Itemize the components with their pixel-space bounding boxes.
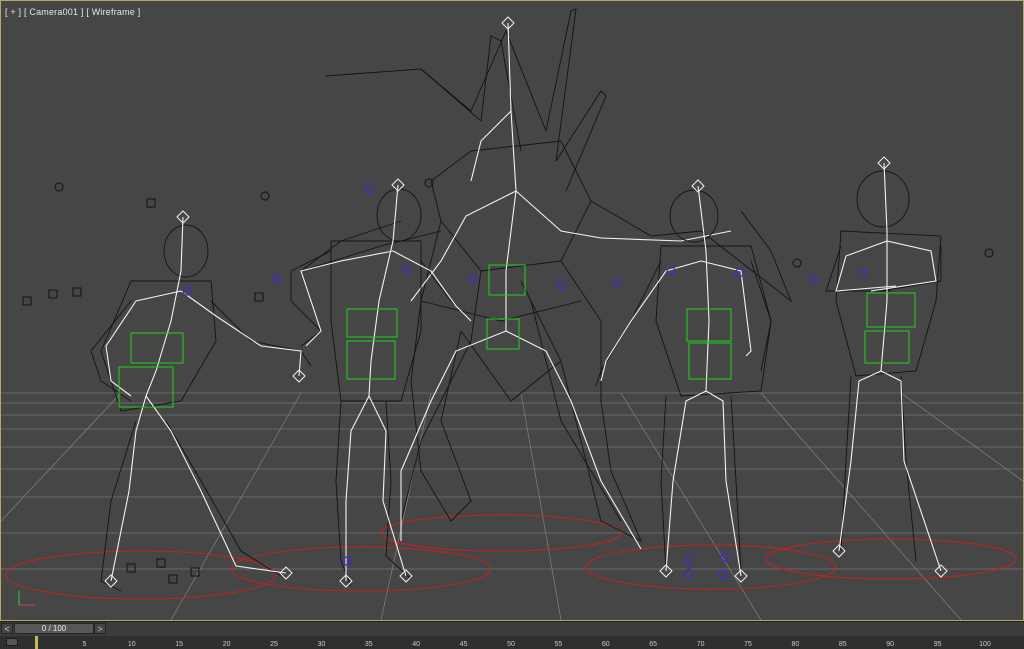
trackbar-tick-label: 85 (838, 641, 847, 648)
figure-4-wireframe (825, 170, 942, 562)
bone-joints (104, 16, 948, 588)
trackbar-tick-label: 10 (127, 641, 136, 648)
creature-bones (400, 22, 732, 550)
trackbar-menu-icon[interactable] (6, 638, 18, 646)
ik-markers (182, 184, 868, 579)
trackbar-tick-label: 5 (82, 641, 87, 648)
figure-1-wireframe (90, 224, 312, 592)
trackbar-tick-label: 15 (175, 641, 184, 648)
dummy-markers (22, 178, 994, 584)
figure-2-helpers (346, 308, 398, 380)
prev-frame-button[interactable]: < (1, 623, 13, 634)
trackbar-tick-label: 40 (412, 641, 421, 648)
trackbar-tick-label: 65 (649, 641, 658, 648)
next-frame-button[interactable]: > (94, 623, 106, 634)
figure-2-wireframe (290, 188, 472, 587)
figure-1-helpers (118, 332, 184, 408)
creature-wireframe (300, 8, 793, 542)
trackbar-tick-label: 60 (601, 641, 610, 648)
trackbar-tick-label: 35 (364, 641, 373, 648)
frame-slider[interactable]: 0 / 100 (14, 623, 94, 634)
axis-gizmo (18, 591, 35, 606)
wireframe-scene (1, 8, 1023, 620)
camera-viewport[interactable]: [ + ] [ Camera001 ] [ Wireframe ] (0, 0, 1024, 621)
figure-4-helpers (864, 292, 916, 364)
trackbar-tick-label: 20 (222, 641, 231, 648)
trackbar-tick-label: 100 (979, 641, 991, 648)
figure-3-wireframe (595, 189, 772, 572)
time-slider-bar: < 0 / 100 > (0, 621, 1024, 636)
figure-1-bones (105, 216, 302, 582)
trackbar-tick-label: 50 (507, 641, 515, 648)
ground-grid (1, 392, 1023, 620)
trackbar-tick-label: 75 (744, 641, 752, 648)
trackbar-tick-label: 55 (554, 641, 563, 648)
ground-circles (5, 514, 1017, 600)
trackbar-tick-label: 25 (270, 641, 278, 648)
trackbar-tick-label: 45 (459, 641, 468, 648)
trackbar-tick-label: 80 (791, 641, 800, 648)
trackbar-tick-label: 90 (886, 641, 895, 648)
trackbar-tick-label: 30 (317, 641, 326, 648)
figure-4-bones (835, 162, 942, 572)
time-cursor[interactable] (35, 636, 38, 649)
trackbar-tick-label: 95 (933, 641, 942, 648)
trackbar-tick-label: 70 (696, 641, 705, 648)
trackbar[interactable]: 5 10 15 20 25 30 35 40 45 50 55 60 65 70 75 80 85 90 95 100 (0, 636, 1024, 649)
